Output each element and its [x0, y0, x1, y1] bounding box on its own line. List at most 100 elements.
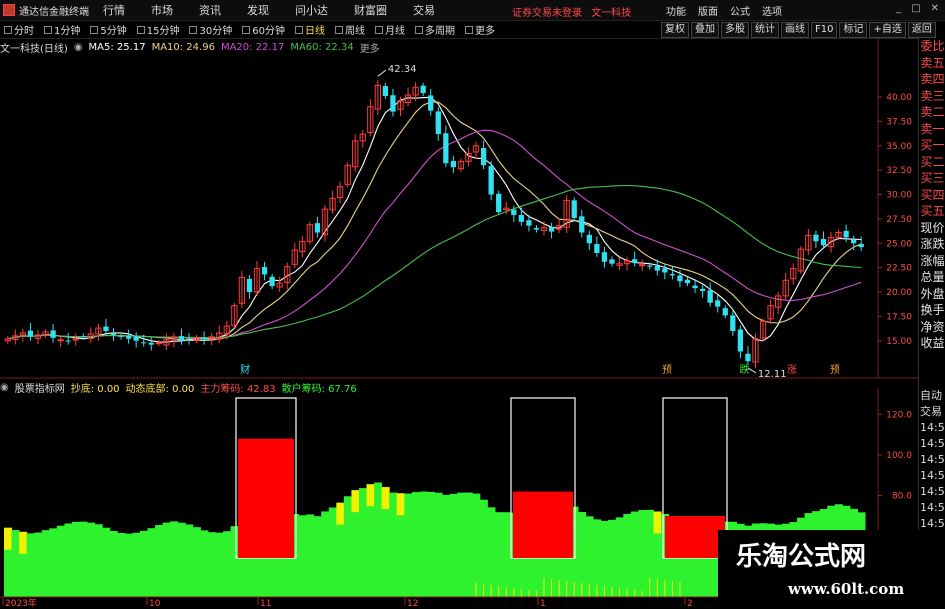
ma60-line	[7, 184, 862, 340]
trade-label: 14:5	[920, 421, 945, 434]
band-segment	[291, 514, 300, 544]
band-fill	[374, 504, 383, 597]
band-segment	[668, 517, 677, 546]
candle-body	[662, 268, 668, 273]
candle-body	[526, 220, 532, 226]
tool-overlay-button[interactable]: 叠加	[691, 22, 719, 38]
band-fill	[691, 547, 700, 597]
low-label: 12.11	[758, 369, 787, 380]
close-button[interactable]: ✕	[931, 3, 939, 14]
band-fill	[600, 542, 609, 597]
band-segment	[238, 518, 247, 544]
band-fill	[306, 536, 315, 597]
price-tick-label: 22.50	[886, 264, 912, 274]
period-label: 5分钟	[100, 26, 127, 37]
period-label: 1分钟	[54, 26, 81, 37]
period-daily[interactable]: 日线	[294, 22, 325, 37]
tool-adjust-button[interactable]: 复权	[661, 22, 689, 38]
settings-icon[interactable]: ◉	[0, 382, 9, 393]
candle-body	[797, 248, 804, 272]
period-30min[interactable]: 30分钟	[189, 22, 232, 37]
band-fill	[653, 533, 662, 597]
trade-label[interactable]: 交易	[919, 404, 945, 420]
band-segment	[19, 531, 28, 561]
sub-tick-label: 120.0	[886, 410, 912, 420]
menu-formula[interactable]: 公式	[730, 3, 750, 18]
menu-trade[interactable]: 交易	[413, 2, 435, 18]
band-fill	[56, 547, 65, 597]
band-segment	[396, 493, 405, 522]
period-label: 分时	[14, 26, 34, 37]
band-segment	[442, 494, 451, 520]
period-5min[interactable]: 5分钟	[90, 22, 127, 37]
menu-market[interactable]: 市场	[151, 2, 173, 18]
candle-body	[306, 224, 314, 242]
quote-label: 卖二	[920, 105, 945, 119]
period-weekly[interactable]: 周线	[334, 22, 365, 37]
menu-wealth[interactable]: 财富圈	[354, 2, 387, 18]
minimize-button[interactable]: _	[896, 3, 901, 14]
tool-draw-button[interactable]: 画线	[781, 22, 809, 38]
band-segment	[593, 519, 602, 550]
login-status[interactable]: 证券交易未登录 文一科技	[512, 4, 631, 19]
tool-stats-button[interactable]: 统计	[751, 22, 779, 38]
tool-back-button[interactable]: 返回	[907, 22, 936, 38]
period-1min[interactable]: 1分钟	[44, 22, 80, 37]
band-segment	[706, 525, 715, 553]
tool-f10-button[interactable]: F10	[811, 22, 838, 38]
band-fill	[268, 535, 277, 597]
band-segment	[253, 511, 262, 542]
menu-news[interactable]: 资讯	[199, 2, 221, 18]
kline-chart[interactable]: 15.00 17.50 20.00 22.50 25.00 27.50 30.00 32.50…	[0, 0, 945, 609]
tool-favorite-button[interactable]: +自选	[869, 22, 906, 38]
candle-body	[827, 236, 835, 248]
candle-body	[80, 336, 86, 338]
period-15min[interactable]: 15分钟	[136, 22, 179, 37]
quote-label: 涨幅	[920, 253, 945, 268]
band-segment	[102, 527, 111, 553]
menu-discover[interactable]: 发现	[247, 2, 269, 18]
candle-body	[314, 223, 321, 233]
candle-body	[555, 225, 563, 230]
band-fill	[389, 514, 398, 597]
candle-body	[443, 133, 449, 164]
candle-body	[579, 216, 585, 233]
candle-body	[488, 166, 494, 195]
band-fill	[404, 515, 413, 597]
trade-label[interactable]: 自动	[919, 388, 945, 404]
candle-body	[261, 267, 268, 275]
candle-body	[571, 200, 577, 218]
band-segment	[139, 530, 148, 555]
band-segment	[4, 527, 13, 552]
tool-multi-button[interactable]: 多股	[721, 22, 749, 38]
band-fill	[517, 533, 526, 597]
menu-options[interactable]: 选项	[762, 3, 782, 18]
band-fill	[532, 529, 541, 597]
candle-body	[601, 252, 608, 262]
more-indicators[interactable]: 更多	[360, 40, 380, 55]
quote-label: 换手	[920, 303, 945, 317]
band-fill	[547, 526, 556, 597]
checkbox-icon	[136, 25, 145, 34]
watermark: 乐淘公式网 www.60lt.com	[718, 530, 945, 609]
settings-icon[interactable]: ◉	[74, 42, 83, 53]
menu-ask[interactable]: 问小达	[295, 2, 328, 18]
band-segment	[358, 488, 368, 518]
period-more[interactable]: 更多	[464, 22, 495, 37]
band-segment	[306, 514, 315, 540]
menu-quote[interactable]: 行情	[103, 2, 125, 18]
period-label: 更多	[474, 26, 495, 37]
period-tick[interactable]: 分时	[4, 22, 34, 37]
menu-layout[interactable]: 版面	[698, 3, 718, 18]
red-bar	[665, 515, 725, 558]
band-fill	[615, 539, 624, 597]
candle-body	[805, 234, 812, 251]
event-marker: 涨	[787, 364, 797, 376]
period-60min[interactable]: 60分钟	[242, 22, 285, 37]
period-multi[interactable]: 多周期	[414, 22, 455, 37]
tool-mark-button[interactable]: 标记	[839, 22, 868, 38]
menu-function[interactable]: 功能	[666, 3, 686, 18]
period-monthly[interactable]: 月线	[374, 22, 405, 37]
price-tick-label: 20.00	[886, 288, 912, 298]
maximize-button[interactable]: □	[911, 3, 920, 14]
